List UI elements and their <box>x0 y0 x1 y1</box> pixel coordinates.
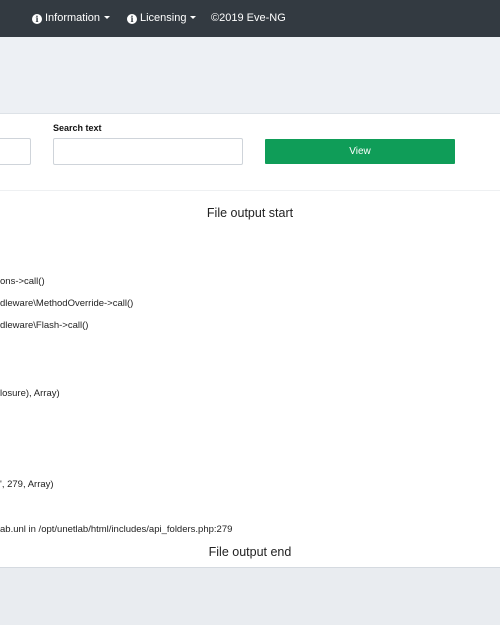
chevron-down-icon <box>190 16 197 19</box>
nav-copyright[interactable]: ©2019 Eve-NG <box>211 0 286 37</box>
file-output-start: File output start <box>206 206 294 220</box>
log-line: ', 279, Array) <box>0 479 54 490</box>
search-text-label: Search text <box>53 123 102 133</box>
info-circle-icon: i <box>32 14 42 24</box>
log-line: ons->call() <box>0 276 45 287</box>
filter-input[interactable] <box>0 138 31 165</box>
top-navbar: i Information i Licensing ©2019 Eve-NG <box>0 0 500 38</box>
nav-information-label: Information <box>45 12 101 24</box>
view-button[interactable]: View <box>265 139 455 164</box>
page-header-band <box>0 37 500 114</box>
search-input[interactable] <box>53 138 243 165</box>
log-panel <box>0 114 500 568</box>
nav-licensing[interactable]: i Licensing <box>127 0 197 37</box>
file-output-end: File output end <box>208 545 292 559</box>
info-circle-icon: i <box>127 14 137 24</box>
divider <box>0 190 500 191</box>
log-line: dleware\MethodOverride->call() <box>0 298 134 309</box>
chevron-down-icon <box>104 16 111 19</box>
log-line: ab.unl in /opt/unetlab/html/includes/api… <box>0 524 233 535</box>
log-line: losure), Array) <box>0 388 60 399</box>
nav-information[interactable]: i Information <box>32 0 111 37</box>
nav-licensing-label: Licensing <box>140 12 187 24</box>
log-line: dleware\Flash->call() <box>0 320 89 331</box>
